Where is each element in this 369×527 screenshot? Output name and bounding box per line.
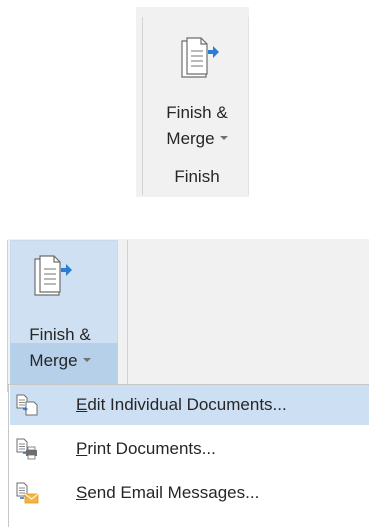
- edit-individual-documents-icon: [16, 394, 38, 416]
- finish-merge-button-pressed[interactable]: Finish & Merge: [7, 240, 118, 391]
- menu-item-label: Print Documents...: [76, 439, 216, 458]
- finish-merge-icon: [181, 37, 219, 78]
- finish-merge-icon: [34, 255, 72, 296]
- finish-merge-label-text: Merge: [29, 351, 78, 370]
- menu-item-send-email-messages[interactable]: Send Email Messages... S: [10, 473, 369, 513]
- finish-group-closed: Finish & Merge Finish: [136, 7, 249, 197]
- group-separator-right: [127, 240, 128, 390]
- finish-merge-label-text: Merge: [166, 129, 215, 148]
- finish-merge-label-line2: Merge: [146, 129, 248, 149]
- menu-item-label: Edit Individual Documents...: [76, 395, 287, 414]
- print-documents-icon: [16, 438, 37, 460]
- chevron-down-icon: [219, 135, 228, 140]
- finish-merge-button[interactable]: Finish & Merge: [146, 17, 248, 167]
- finish-group-open: Finish & Merge Edit Individual Documents…: [0, 232, 369, 527]
- send-email-messages-icon: [16, 482, 39, 504]
- finish-merge-label-line2: Merge: [7, 351, 113, 371]
- group-separator: [142, 17, 143, 195]
- finish-merge-label-line1: Finish &: [166, 103, 228, 122]
- finish-merge-label-line1: Finish &: [29, 325, 91, 344]
- group-separator-right: [248, 17, 249, 195]
- menu-item-print-documents[interactable]: Print Documents... P: [10, 429, 369, 469]
- menu-item-edit-individual-documents[interactable]: Edit Individual Documents... E: [10, 385, 369, 425]
- menu-item-label: Send Email Messages...: [76, 483, 260, 502]
- group-label: Finish: [174, 167, 220, 186]
- chevron-down-icon: [82, 357, 91, 362]
- finish-merge-dropdown-menu: Edit Individual Documents... E Print Doc…: [8, 384, 369, 527]
